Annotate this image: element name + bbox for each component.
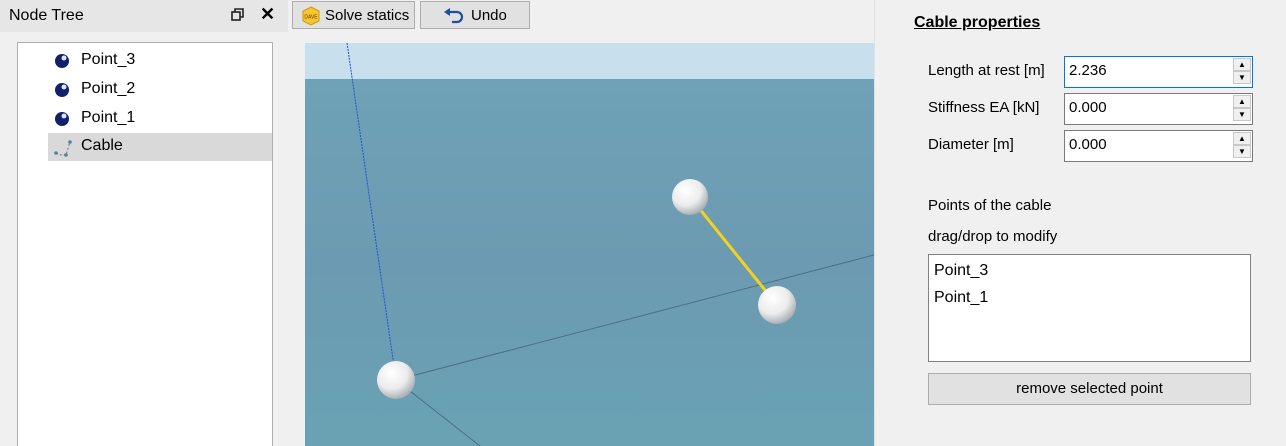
point-icon <box>54 53 70 73</box>
undo-icon <box>443 8 465 28</box>
svg-text:DAVE: DAVE <box>304 15 318 21</box>
length-value: 2.236 <box>1069 62 1107 79</box>
node-tree-titlebar: Node Tree ✕ <box>0 0 288 32</box>
node-tree-list[interactable]: Point_3 Point_2 Point_1 Cable <box>17 42 273 446</box>
panel-title: Cable properties <box>914 14 1041 31</box>
tree-item-label: Cable <box>81 137 123 154</box>
spin-down-icon[interactable]: ▼ <box>1233 71 1251 84</box>
tree-item-label: Point_3 <box>81 51 136 68</box>
stiffness-spinbox[interactable]: 0.000 ▲ ▼ <box>1064 93 1253 125</box>
length-at-rest-spinbox[interactable]: 2.236 ▲ ▼ <box>1064 56 1253 88</box>
spin-arrows: ▲ ▼ <box>1233 58 1251 84</box>
spin-up-icon[interactable]: ▲ <box>1233 132 1251 145</box>
point-1-sphere <box>758 286 796 324</box>
undo-button[interactable]: Undo <box>420 1 530 29</box>
close-icon[interactable]: ✕ <box>260 4 275 24</box>
tree-item-cable[interactable]: Cable <box>48 133 272 161</box>
spin-arrows: ▲ ▼ <box>1233 132 1251 158</box>
float-dock-icon[interactable] <box>230 7 246 23</box>
cable-icon <box>54 139 74 163</box>
node-tree-title: Node Tree <box>9 7 84 24</box>
spin-up-icon[interactable]: ▲ <box>1233 58 1251 71</box>
3d-viewport[interactable] <box>305 43 874 446</box>
length-label: Length at rest [m] <box>928 62 1045 79</box>
diameter-label: Diameter [m] <box>928 136 1014 153</box>
dave-logo-icon: DAVE <box>301 6 321 30</box>
point-2-sphere <box>377 361 415 399</box>
stiffness-value: 0.000 <box>1069 99 1107 116</box>
diameter-spinbox[interactable]: 0.000 ▲ ▼ <box>1064 130 1253 162</box>
spin-arrows: ▲ ▼ <box>1233 95 1251 121</box>
remove-selected-point-button[interactable]: remove selected point <box>928 373 1251 405</box>
tree-item-point-3[interactable]: Point_3 <box>48 47 272 75</box>
cable-points-list[interactable]: Point_3 Point_1 <box>928 254 1251 362</box>
solve-statics-button[interactable]: DAVE Solve statics <box>292 1 415 29</box>
tree-item-point-1[interactable]: Point_1 <box>48 105 272 133</box>
points-heading: Points of the cable <box>928 197 1052 214</box>
cable-properties-panel: Cable properties Length at rest [m] 2.23… <box>874 0 1286 446</box>
solve-statics-label: Solve statics <box>325 7 410 24</box>
tree-item-label: Point_2 <box>81 80 136 97</box>
spin-down-icon[interactable]: ▼ <box>1233 108 1251 121</box>
spin-up-icon[interactable]: ▲ <box>1233 95 1251 108</box>
point-icon <box>54 111 70 131</box>
point-3-sphere <box>672 179 708 215</box>
list-item[interactable]: Point_1 <box>934 289 988 307</box>
undo-label: Undo <box>471 7 507 24</box>
diameter-value: 0.000 <box>1069 136 1107 153</box>
spin-down-icon[interactable]: ▼ <box>1233 145 1251 158</box>
point-icon <box>54 82 70 102</box>
tree-item-point-2[interactable]: Point_2 <box>48 76 272 104</box>
scene-canvas <box>305 43 874 446</box>
points-hint: drag/drop to modify <box>928 228 1058 245</box>
list-item[interactable]: Point_3 <box>934 262 988 280</box>
sky <box>305 43 874 79</box>
tree-item-label: Point_1 <box>81 109 136 126</box>
stiffness-label: Stiffness EA [kN] <box>928 99 1040 116</box>
node-tree-dock: Node Tree ✕ Point_3 Point_2 Point_1 Cabl… <box>0 0 288 446</box>
